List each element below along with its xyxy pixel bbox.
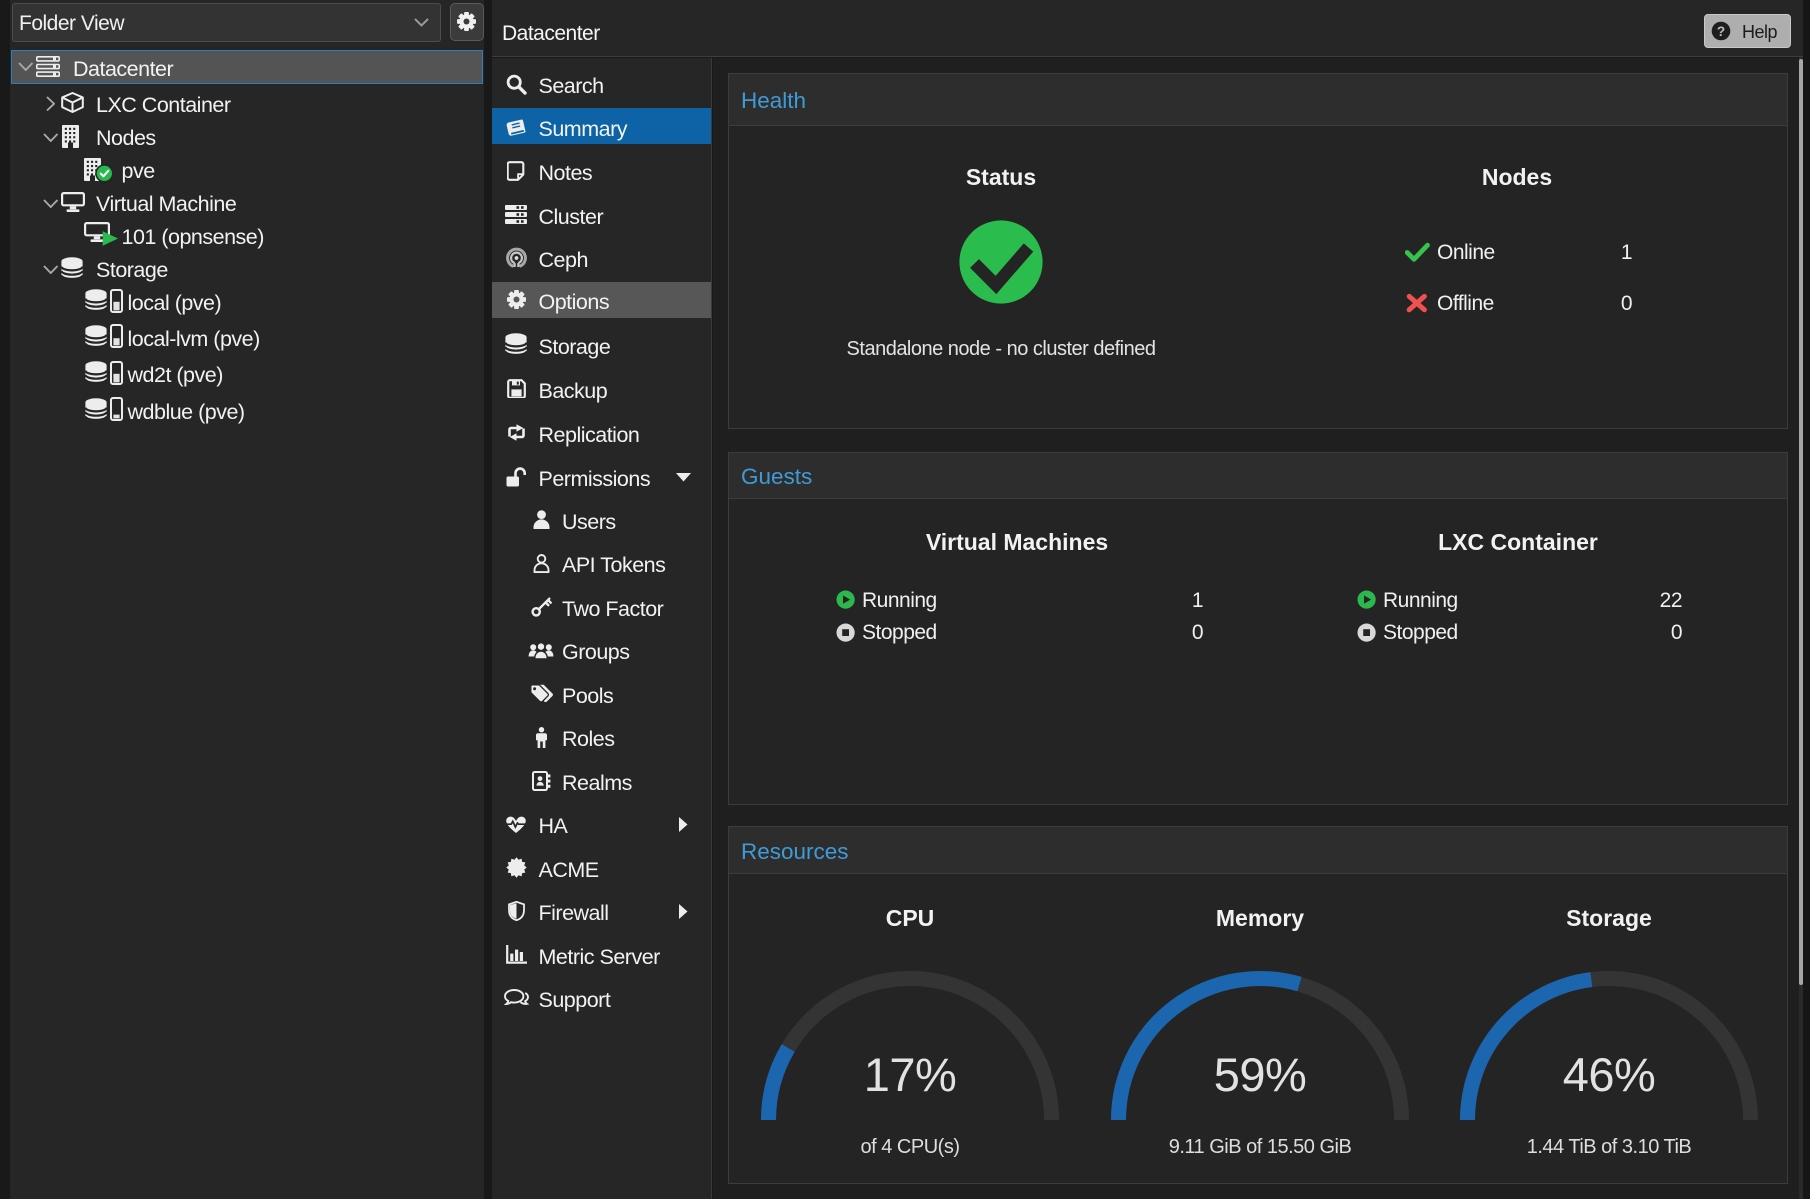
svg-text:?: ? <box>1717 24 1725 39</box>
